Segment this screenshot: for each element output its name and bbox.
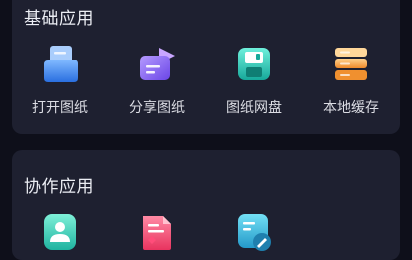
section-title-basic: 基础应用 [24,9,94,29]
contact-button[interactable] [15,210,105,254]
share-drawing-label: 分享图纸 [129,100,185,116]
cloud-disk-label: 图纸网盘 [226,100,282,116]
open-drawing-icon [38,42,82,86]
contact-icon [38,210,82,254]
local-cache-button[interactable]: 本地缓存 [306,42,396,117]
document-icon [135,210,179,254]
document-button[interactable] [112,210,202,254]
cloud-disk-button[interactable]: 图纸网盘 [209,42,299,117]
collab-apps-card: 协作应用 [12,150,400,260]
cloud-disk-icon [232,42,276,86]
annotate-icon [232,210,276,254]
share-drawing-icon [135,42,179,86]
annotate-button[interactable] [209,210,299,254]
open-drawing-label: 打开图纸 [32,100,88,116]
share-drawing-button[interactable]: 分享图纸 [112,42,202,117]
local-cache-icon [329,42,373,86]
basic-apps-card: 基础应用 打开图纸 分享图纸 图纸网盘 本地缓存 [12,0,400,134]
open-drawing-button[interactable]: 打开图纸 [15,42,105,117]
local-cache-label: 本地缓存 [323,100,379,116]
section-title-collab: 协作应用 [24,177,94,197]
